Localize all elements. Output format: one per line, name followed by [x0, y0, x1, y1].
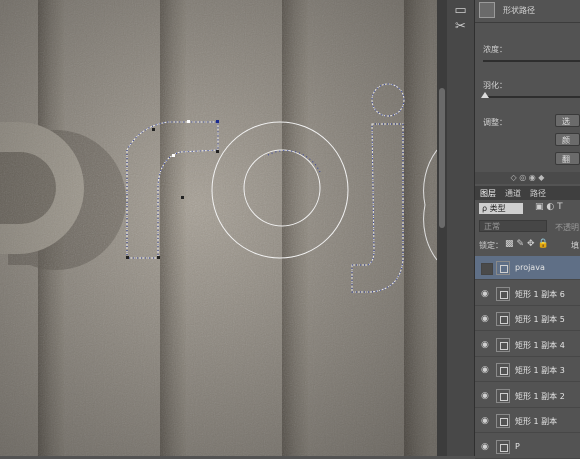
density-label: 浓度：: [483, 45, 507, 54]
layer-name: 矩形 1 副本 3: [515, 366, 565, 375]
lock-icons[interactable]: ▩✎✥🔒: [505, 239, 552, 249]
feather-handle[interactable]: [481, 92, 489, 98]
panel-header: 形状路径: [503, 6, 535, 15]
opacity-label: 不透明: [555, 223, 579, 232]
layer-name: projava: [515, 263, 545, 272]
fill-label: 填: [571, 241, 579, 250]
layer-filter-select[interactable]: ρ 类型: [479, 203, 523, 214]
tab-paths[interactable]: 路径: [530, 188, 546, 199]
color-range-button[interactable]: 颜: [555, 133, 580, 146]
tools-icon[interactable]: ✂: [452, 18, 469, 35]
adjust-label: 调整：: [483, 118, 507, 127]
layer-row[interactable]: ◉ 矩形 1 副本 6: [475, 282, 580, 306]
feather-slider[interactable]: [483, 96, 580, 98]
layer-row[interactable]: ◉ P: [475, 435, 580, 459]
blend-mode-select[interactable]: 正常: [479, 220, 547, 232]
document-canvas[interactable]: proj: [0, 0, 437, 456]
canvas-artwork: proj: [0, 0, 437, 456]
panel-bottom-icons: ◇ ◎ ◉ ◆: [475, 172, 580, 184]
layer-name: P: [515, 441, 520, 451]
visibility-eye-icon[interactable]: ◉: [481, 442, 491, 452]
layer-row[interactable]: ◉ 矩形 1 副本 2: [475, 384, 580, 408]
scroll-thumb[interactable]: [439, 88, 445, 228]
visibility-eye-icon[interactable]: ◉: [481, 314, 491, 324]
canvas-scrollbar[interactable]: [437, 0, 447, 456]
panel-toolstrip: ▭ ✂: [447, 0, 475, 456]
layer-name: 矩形 1 副本 5: [515, 315, 565, 324]
layer-thumbnail: [496, 312, 510, 326]
layer-thumbnail: [496, 337, 510, 352]
select-mask-button[interactable]: 选: [555, 114, 580, 127]
density-slider[interactable]: [483, 60, 580, 62]
invert-button[interactable]: 翻: [555, 152, 580, 165]
layer-name: 矩形 1 副本 4: [515, 340, 565, 350]
visibility-eye-icon[interactable]: ◉: [481, 340, 491, 350]
layer-row[interactable]: ◉ 矩形 1 副本: [475, 409, 580, 433]
path-icon: [479, 2, 495, 18]
lock-label: 锁定：: [479, 241, 503, 250]
layer-thumbnail: [496, 414, 510, 428]
layers-tabbar: 图层 通道 路径: [475, 186, 580, 200]
visibility-eye-icon[interactable]: ◉: [481, 391, 491, 401]
layer-name: 矩形 1 副本: [515, 417, 558, 426]
layer-row[interactable]: ◉ 矩形 1 副本 5: [475, 307, 580, 331]
feather-label: 羽化：: [483, 81, 507, 90]
layer-name: 矩形 1 副本 6: [515, 289, 565, 299]
filter-icons[interactable]: ▣ ◐ T: [535, 202, 563, 212]
layer-thumbnail: [496, 439, 510, 454]
tab-channels[interactable]: 通道: [505, 188, 521, 199]
visibility-eye-icon[interactable]: [481, 263, 493, 275]
tab-layers[interactable]: 图层: [480, 188, 496, 199]
visibility-eye-icon[interactable]: ◉: [481, 416, 491, 426]
properties-panel: 形状路径 浓度： 羽化： 调整： 选 颜 翻 ◇ ◎ ◉ ◆ 图层 通道 路径 …: [475, 0, 580, 459]
layer-row[interactable]: ◉ 矩形 1 副本 3: [475, 358, 580, 382]
layer-thumbnail: [496, 286, 510, 301]
properties-icon[interactable]: ▭: [452, 2, 469, 19]
visibility-eye-icon[interactable]: ◉: [481, 289, 491, 299]
layer-row[interactable]: projava: [475, 256, 580, 280]
layer-thumbnail: [496, 363, 510, 377]
layer-name: 矩形 1 副本 2: [515, 391, 565, 401]
layer-thumbnail: [496, 261, 510, 275]
layer-row[interactable]: ◉ 矩形 1 副本 4: [475, 333, 580, 357]
visibility-eye-icon[interactable]: ◉: [481, 365, 491, 375]
layer-thumbnail: [496, 388, 510, 403]
